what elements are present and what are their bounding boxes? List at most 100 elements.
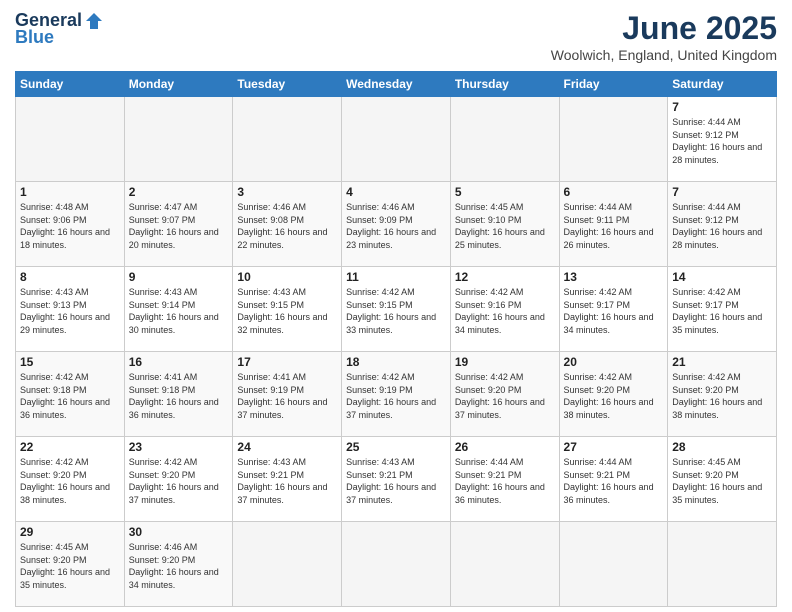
page: General Blue June 2025 Woolwich, England… [0, 0, 792, 612]
day-number: 29 [20, 525, 120, 539]
table-row: 9 Sunrise: 4:43 AMSunset: 9:14 PMDayligh… [124, 267, 233, 352]
table-row: 24 Sunrise: 4:43 AMSunset: 9:21 PMDaylig… [233, 437, 342, 522]
empty-cell [233, 522, 342, 607]
col-saturday: Saturday [668, 72, 777, 97]
calendar-table: Sunday Monday Tuesday Wednesday Thursday… [15, 71, 777, 607]
day-number: 2 [129, 185, 229, 199]
day-number: 22 [20, 440, 120, 454]
day-number: 28 [672, 440, 772, 454]
day-info: Sunrise: 4:43 AMSunset: 9:21 PMDaylight:… [346, 456, 446, 506]
table-row: 12 Sunrise: 4:42 AMSunset: 9:16 PMDaylig… [450, 267, 559, 352]
day-number: 14 [672, 270, 772, 284]
day-info: Sunrise: 4:44 AMSunset: 9:12 PMDaylight:… [672, 201, 772, 251]
day-info: Sunrise: 4:42 AMSunset: 9:15 PMDaylight:… [346, 286, 446, 336]
table-row: 1 Sunrise: 4:48 AMSunset: 9:06 PMDayligh… [16, 182, 125, 267]
table-row: 2 Sunrise: 4:47 AMSunset: 9:07 PMDayligh… [124, 182, 233, 267]
calendar-header-row: Sunday Monday Tuesday Wednesday Thursday… [16, 72, 777, 97]
title-area: June 2025 Woolwich, England, United King… [551, 10, 777, 63]
day-info: Sunrise: 4:42 AMSunset: 9:20 PMDaylight:… [129, 456, 229, 506]
day-number: 12 [455, 270, 555, 284]
table-row: 7 Sunrise: 4:44 AMSunset: 9:12 PMDayligh… [668, 182, 777, 267]
empty-cell [450, 97, 559, 182]
table-row: 29 Sunrise: 4:45 AMSunset: 9:20 PMDaylig… [16, 522, 125, 607]
day-number: 1 [20, 185, 120, 199]
table-row: 21 Sunrise: 4:42 AMSunset: 9:20 PMDaylig… [668, 352, 777, 437]
empty-cell [342, 522, 451, 607]
day-info: Sunrise: 4:44 AMSunset: 9:21 PMDaylight:… [455, 456, 555, 506]
day-number: 18 [346, 355, 446, 369]
table-row: 29 Sunrise: 4:45 AMSunset: 9:20 PMDaylig… [16, 522, 777, 607]
day-info: Sunrise: 4:46 AMSunset: 9:08 PMDaylight:… [237, 201, 337, 251]
day-info: Sunrise: 4:42 AMSunset: 9:20 PMDaylight:… [20, 456, 120, 506]
day-info: Sunrise: 4:42 AMSunset: 9:20 PMDaylight:… [455, 371, 555, 421]
day-number: 15 [20, 355, 120, 369]
day-number: 9 [129, 270, 229, 284]
day-info: Sunrise: 4:42 AMSunset: 9:20 PMDaylight:… [564, 371, 664, 421]
day-info: Sunrise: 4:42 AMSunset: 9:16 PMDaylight:… [455, 286, 555, 336]
day-number: 21 [672, 355, 772, 369]
day-number: 7 [672, 100, 772, 114]
table-row: 25 Sunrise: 4:43 AMSunset: 9:21 PMDaylig… [342, 437, 451, 522]
empty-cell [16, 97, 125, 182]
day-info: Sunrise: 4:43 AMSunset: 9:21 PMDaylight:… [237, 456, 337, 506]
day-number: 7 [672, 185, 772, 199]
table-row: 23 Sunrise: 4:42 AMSunset: 9:20 PMDaylig… [124, 437, 233, 522]
day-number: 16 [129, 355, 229, 369]
empty-cell [450, 522, 559, 607]
table-row: 11 Sunrise: 4:42 AMSunset: 9:15 PMDaylig… [342, 267, 451, 352]
day-info: Sunrise: 4:45 AMSunset: 9:20 PMDaylight:… [672, 456, 772, 506]
day-number: 20 [564, 355, 664, 369]
empty-cell [559, 97, 668, 182]
day-number: 26 [455, 440, 555, 454]
table-row: 18 Sunrise: 4:42 AMSunset: 9:19 PMDaylig… [342, 352, 451, 437]
day-number: 19 [455, 355, 555, 369]
header: General Blue June 2025 Woolwich, England… [15, 10, 777, 63]
day-number: 24 [237, 440, 337, 454]
table-row: 7 Sunrise: 4:44 AMSunset: 9:12 PMDayligh… [668, 97, 777, 182]
table-row: 26 Sunrise: 4:44 AMSunset: 9:21 PMDaylig… [450, 437, 559, 522]
col-wednesday: Wednesday [342, 72, 451, 97]
day-number: 30 [129, 525, 229, 539]
table-row: 30 Sunrise: 4:46 AMSunset: 9:20 PMDaylig… [124, 522, 233, 607]
day-info: Sunrise: 4:44 AMSunset: 9:21 PMDaylight:… [564, 456, 664, 506]
table-row: 10 Sunrise: 4:43 AMSunset: 9:15 PMDaylig… [233, 267, 342, 352]
table-row: 13 Sunrise: 4:42 AMSunset: 9:17 PMDaylig… [559, 267, 668, 352]
empty-cell [559, 522, 668, 607]
col-thursday: Thursday [450, 72, 559, 97]
table-row: 15 Sunrise: 4:42 AMSunset: 9:18 PMDaylig… [16, 352, 125, 437]
day-number: 11 [346, 270, 446, 284]
day-number: 4 [346, 185, 446, 199]
table-row: 4 Sunrise: 4:46 AMSunset: 9:09 PMDayligh… [342, 182, 451, 267]
day-info: Sunrise: 4:41 AMSunset: 9:19 PMDaylight:… [237, 371, 337, 421]
col-monday: Monday [124, 72, 233, 97]
table-row: 22 Sunrise: 4:42 AMSunset: 9:20 PMDaylig… [16, 437, 125, 522]
table-row: 19 Sunrise: 4:42 AMSunset: 9:20 PMDaylig… [450, 352, 559, 437]
table-row: 5 Sunrise: 4:45 AMSunset: 9:10 PMDayligh… [450, 182, 559, 267]
day-number: 6 [564, 185, 664, 199]
table-row: 20 Sunrise: 4:42 AMSunset: 9:20 PMDaylig… [559, 352, 668, 437]
table-row: 3 Sunrise: 4:46 AMSunset: 9:08 PMDayligh… [233, 182, 342, 267]
col-sunday: Sunday [16, 72, 125, 97]
table-row: 7 Sunrise: 4:44 AMSunset: 9:12 PMDayligh… [16, 97, 777, 182]
table-row: 28 Sunrise: 4:45 AMSunset: 9:20 PMDaylig… [668, 437, 777, 522]
table-row: 8 Sunrise: 4:43 AMSunset: 9:13 PMDayligh… [16, 267, 777, 352]
day-number: 17 [237, 355, 337, 369]
table-row: 22 Sunrise: 4:42 AMSunset: 9:20 PMDaylig… [16, 437, 777, 522]
empty-cell [668, 522, 777, 607]
day-info: Sunrise: 4:43 AMSunset: 9:14 PMDaylight:… [129, 286, 229, 336]
table-row: 16 Sunrise: 4:41 AMSunset: 9:18 PMDaylig… [124, 352, 233, 437]
empty-cell [124, 97, 233, 182]
day-info: Sunrise: 4:44 AMSunset: 9:11 PMDaylight:… [564, 201, 664, 251]
table-row: 27 Sunrise: 4:44 AMSunset: 9:21 PMDaylig… [559, 437, 668, 522]
day-info: Sunrise: 4:42 AMSunset: 9:18 PMDaylight:… [20, 371, 120, 421]
day-info: Sunrise: 4:48 AMSunset: 9:06 PMDaylight:… [20, 201, 120, 251]
empty-cell [342, 97, 451, 182]
day-number: 5 [455, 185, 555, 199]
day-info: Sunrise: 4:46 AMSunset: 9:09 PMDaylight:… [346, 201, 446, 251]
empty-cell [233, 97, 342, 182]
day-info: Sunrise: 4:42 AMSunset: 9:17 PMDaylight:… [672, 286, 772, 336]
day-number: 27 [564, 440, 664, 454]
month-title: June 2025 [551, 10, 777, 47]
logo-icon [84, 11, 104, 31]
table-row: 15 Sunrise: 4:42 AMSunset: 9:18 PMDaylig… [16, 352, 777, 437]
